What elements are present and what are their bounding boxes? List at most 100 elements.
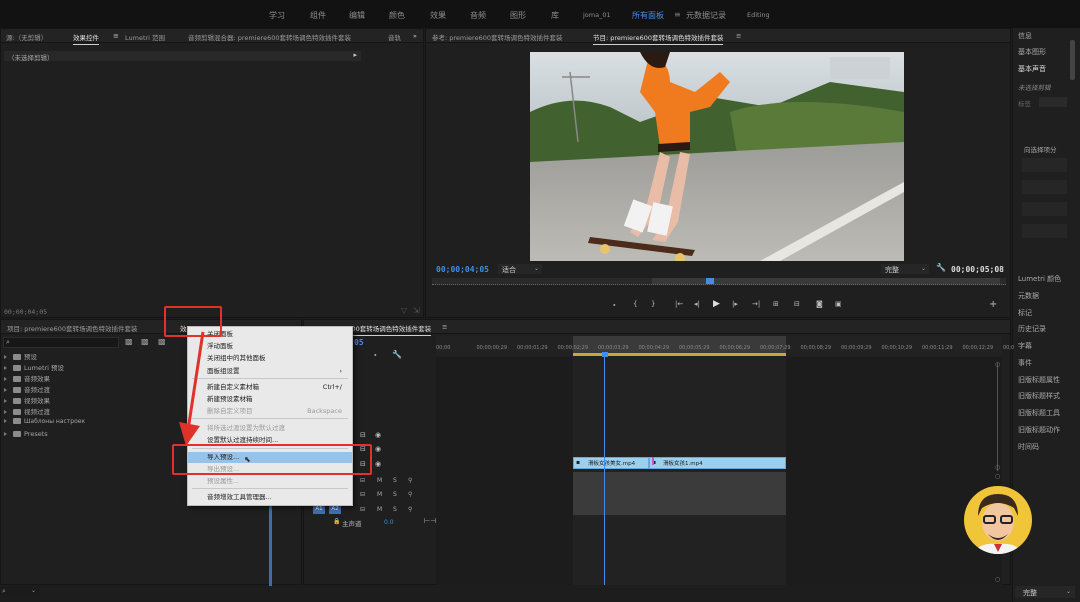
- comparison-view-icon[interactable]: ▣: [835, 300, 842, 308]
- go-to-out-icon[interactable]: →|: [752, 300, 760, 308]
- step-forward-icon[interactable]: |▸: [732, 300, 738, 308]
- bottom-quality-select[interactable]: 完整 ⌄: [1015, 586, 1075, 598]
- tree-item-audio-effects[interactable]: 音频效果: [4, 373, 50, 383]
- workspace-tab-edit[interactable]: 编辑: [349, 10, 365, 21]
- bottom-zoom-control[interactable]: ⌕ ⌄: [0, 586, 40, 598]
- overflow-chevron-icon[interactable]: »: [413, 32, 417, 40]
- add-button-icon[interactable]: +: [989, 299, 997, 310]
- panel-menu-icon[interactable]: ≡: [113, 32, 119, 40]
- overwrite-icon[interactable]: ⊟: [794, 300, 800, 308]
- workspace-tab-editing[interactable]: Editing: [747, 11, 770, 19]
- mute-button[interactable]: M: [377, 506, 382, 513]
- camera-icon[interactable]: ◙: [816, 300, 823, 308]
- panel-legacy-title-properties[interactable]: 旧版标题属性: [1018, 375, 1060, 385]
- yuv-effects-icon[interactable]: ▩: [158, 337, 166, 346]
- sync-lock-icon[interactable]: ⊟: [360, 431, 366, 439]
- mark-out-icon[interactable]: }: [651, 300, 655, 308]
- menu-item[interactable]: 音频增效工具管理器...: [188, 492, 352, 503]
- lock-icon[interactable]: 🔒: [333, 518, 340, 525]
- wrench-icon[interactable]: 🔧: [392, 350, 402, 359]
- workspace-tab-joma[interactable]: joma_01: [583, 11, 611, 19]
- go-to-in-icon[interactable]: |←: [675, 300, 683, 308]
- panel-menu-icon[interactable]: ≡: [442, 323, 447, 331]
- workspace-tab-audio[interactable]: 音频: [470, 10, 486, 21]
- scroll-knob-bottom[interactable]: ○: [995, 464, 1000, 471]
- tab-effect-controls[interactable]: 效果控件: [73, 32, 99, 45]
- solo-button[interactable]: S: [393, 506, 397, 513]
- workspace-tab-effects[interactable]: 效果: [430, 10, 446, 21]
- panel-metadata[interactable]: 元数据: [1018, 291, 1039, 301]
- panel-menu-icon[interactable]: ≡: [736, 32, 741, 40]
- tab-reference-monitor[interactable]: 参考: premiere600套转场调色特效插件套装: [432, 32, 562, 42]
- right-scrollbar[interactable]: [1070, 40, 1075, 80]
- mic-icon[interactable]: ⚲: [408, 506, 412, 513]
- video-clip-2[interactable]: ▪ 滑板女孩1.mp4: [649, 457, 786, 469]
- scroll-knob-bottom[interactable]: ○: [995, 576, 1000, 583]
- eye-icon[interactable]: ◉: [375, 460, 381, 468]
- select-field-2[interactable]: [1022, 180, 1067, 194]
- workspace-tab-library[interactable]: 库: [551, 10, 559, 21]
- mute-button[interactable]: M: [377, 477, 382, 484]
- panel-timecode[interactable]: 时间码: [1018, 442, 1039, 452]
- eye-icon[interactable]: ◉: [375, 445, 381, 453]
- filter-icon[interactable]: ▽: [401, 306, 407, 315]
- tree-item-audio-transitions[interactable]: 音频过渡: [4, 384, 50, 394]
- program-scrubber[interactable]: [432, 278, 1006, 285]
- program-timecode-current[interactable]: 00;00;04;05: [436, 265, 489, 274]
- tree-item-video-transitions[interactable]: 视频过渡: [4, 406, 50, 416]
- tree-item-lumetri-presets[interactable]: Lumetri 预设: [4, 362, 64, 372]
- video-frame[interactable]: [530, 52, 904, 261]
- sync-lock-icon[interactable]: ⊟: [360, 491, 365, 498]
- workspace-tab-color[interactable]: 颜色: [389, 10, 405, 21]
- panel-captions[interactable]: 字幕: [1018, 341, 1032, 351]
- tree-item-russian-presets[interactable]: Шаблоны настроек: [4, 418, 85, 425]
- play-icon[interactable]: ▶: [713, 299, 720, 309]
- add-marker-icon[interactable]: ⬩: [613, 301, 616, 310]
- solo-button[interactable]: S: [393, 491, 397, 498]
- fit-select[interactable]: 适合 ⌄: [498, 264, 542, 274]
- mark-in-icon[interactable]: {: [633, 300, 637, 308]
- sync-lock-icon[interactable]: ⊟: [360, 477, 365, 484]
- tree-item-video-effects[interactable]: 视频效果: [4, 395, 50, 405]
- expand-arrow-icon[interactable]: ▸: [353, 51, 357, 59]
- tab-source[interactable]: 源:（无剪辑）: [6, 32, 47, 42]
- tag-field[interactable]: [1039, 97, 1067, 107]
- scroll-knob-top[interactable]: ○: [995, 473, 1000, 480]
- transition-marker[interactable]: [652, 457, 654, 465]
- quality-select[interactable]: 完整 ⌄: [881, 264, 929, 274]
- solo-button[interactable]: S: [393, 477, 397, 484]
- panel-legacy-title-styles[interactable]: 旧版标题样式: [1018, 391, 1060, 401]
- vertical-scrollbar[interactable]: [997, 363, 1001, 471]
- insert-icon[interactable]: ⊞: [773, 300, 779, 308]
- workspace-menu-icon[interactable]: ≡: [674, 10, 681, 19]
- step-back-icon[interactable]: ◂|: [694, 300, 700, 308]
- scroll-knob-top[interactable]: ○: [995, 361, 1000, 368]
- panel-info[interactable]: 信息: [1018, 31, 1032, 41]
- wrench-icon[interactable]: 🔧: [936, 263, 946, 272]
- tab-project[interactable]: 项目: premiere600套转场调色特效插件套装: [7, 323, 137, 333]
- timeline-timecode[interactable]: 05: [354, 338, 364, 347]
- playhead-line[interactable]: [604, 357, 605, 585]
- eye-icon[interactable]: ◉: [375, 431, 381, 439]
- mic-icon[interactable]: ⚲: [408, 477, 412, 484]
- tab-lumetri-scopes[interactable]: Lumetri 范围: [125, 32, 165, 42]
- tracks-area[interactable]: ▪ 滑板女孩美女.mp4 ▪ 滑板女孩1.mp4: [436, 357, 1002, 585]
- select-field-3[interactable]: [1022, 202, 1067, 216]
- mic-icon[interactable]: ⚲: [408, 491, 412, 498]
- tab-audio-clip-mixer[interactable]: 音频剪辑混合器: premiere600套转场调色特效插件套装: [188, 32, 351, 42]
- effects-search-input[interactable]: ⌕: [3, 337, 119, 348]
- workspace-tab-metadata[interactable]: 元数据记录: [686, 10, 726, 21]
- select-field-4[interactable]: [1022, 224, 1067, 238]
- workspace-tab-assembly[interactable]: 组件: [310, 10, 326, 21]
- tree-item-presets[interactable]: 预设: [4, 351, 37, 361]
- panel-legacy-title-tools[interactable]: 旧版标题工具: [1018, 408, 1060, 418]
- export-icon[interactable]: ⇲: [413, 306, 420, 315]
- tab-program-monitor[interactable]: 节目: premiere600套转场调色特效插件套装: [593, 32, 724, 45]
- mute-button[interactable]: M: [377, 491, 382, 498]
- tree-item-presets-en[interactable]: Presets: [4, 430, 48, 438]
- select-field-1[interactable]: [1022, 158, 1067, 172]
- tab-audio-track[interactable]: 音轨: [388, 32, 401, 42]
- panel-history[interactable]: 历史记录: [1018, 324, 1046, 334]
- panel-events[interactable]: 事件: [1018, 358, 1032, 368]
- panel-lumetri-color[interactable]: Lumetri 颜色: [1018, 274, 1061, 284]
